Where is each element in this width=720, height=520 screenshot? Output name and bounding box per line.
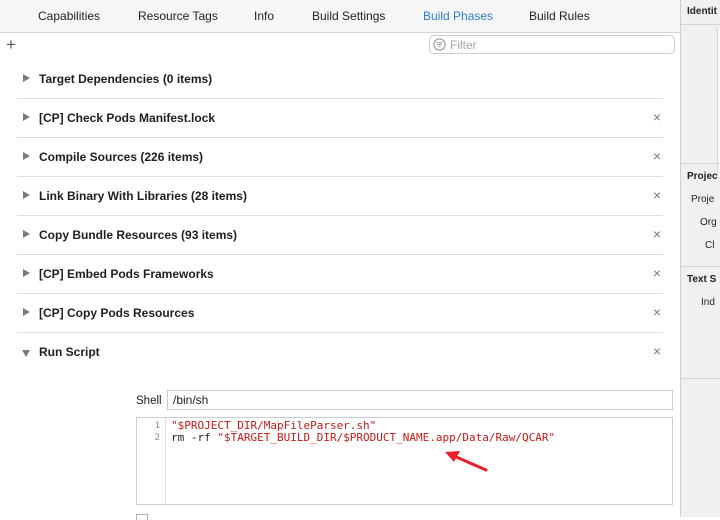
remove-phase-icon[interactable]: × xyxy=(653,227,661,241)
tab-build-phases[interactable]: Build Phases xyxy=(423,9,493,23)
phase-title: Run Script xyxy=(39,345,100,359)
disclosure-triangle-icon[interactable] xyxy=(23,113,30,121)
phase-target-dependencies[interactable]: Target Dependencies (0 items) xyxy=(17,60,663,99)
remove-phase-icon[interactable]: × xyxy=(653,266,661,280)
project-label: Proje xyxy=(691,194,715,205)
phase-title: Target Dependencies (0 items) xyxy=(39,72,213,86)
phase-title: [CP] Embed Pods Frameworks xyxy=(39,267,214,281)
tab-build-rules[interactable]: Build Rules xyxy=(529,9,590,23)
filter-row: + xyxy=(0,33,680,59)
inspector-panel: Identit Projec Proje Org Cl Text S Ind xyxy=(681,0,720,517)
project-section-header: Projec xyxy=(687,171,718,182)
phase-compile-sources[interactable]: Compile Sources (226 items) × xyxy=(17,138,663,177)
remove-phase-icon[interactable]: × xyxy=(653,305,661,319)
divider xyxy=(681,378,720,379)
line-number-gutter: 1 2 xyxy=(137,418,166,504)
disclosure-triangle-icon[interactable] xyxy=(23,152,30,160)
disclosure-triangle-icon[interactable] xyxy=(23,308,30,316)
tab-info[interactable]: Info xyxy=(254,9,274,23)
code-line[interactable]: rm -rf "$TARGET_BUILD_DIR/$PRODUCT_NAME.… xyxy=(171,431,555,444)
disclosure-triangle-open-icon[interactable] xyxy=(22,350,30,357)
line-number: 2 xyxy=(154,433,160,443)
tab-build-settings[interactable]: Build Settings xyxy=(312,9,385,23)
class-prefix-label: Cl xyxy=(705,240,715,251)
disclosure-triangle-icon[interactable] xyxy=(23,269,30,277)
code-plain: rm -rf xyxy=(171,431,218,444)
text-settings-header: Text S xyxy=(687,274,717,285)
add-phase-button[interactable]: + xyxy=(6,35,16,55)
script-editor[interactable]: 1 2 "$PROJECT_DIR/MapFileParser.sh" rm -… xyxy=(136,417,673,505)
phase-embed-pods-frameworks[interactable]: [CP] Embed Pods Frameworks × xyxy=(17,255,663,294)
remove-phase-icon[interactable]: × xyxy=(653,188,661,202)
phase-title: [CP] Copy Pods Resources xyxy=(39,306,195,320)
filter-field[interactable] xyxy=(429,35,675,54)
divider xyxy=(681,24,720,25)
divider xyxy=(681,266,720,267)
disclosure-triangle-icon[interactable] xyxy=(23,191,30,199)
phase-title: Compile Sources (226 items) xyxy=(39,150,204,164)
disclosure-triangle-icon[interactable] xyxy=(23,74,30,82)
identity-section-header: Identit xyxy=(687,6,717,17)
red-arrow-annotation-icon xyxy=(445,451,488,472)
phase-run-script[interactable]: Run Script × xyxy=(17,333,663,371)
code-string: "$TARGET_BUILD_DIR/$PRODUCT_NAME.app/Dat… xyxy=(217,431,556,444)
phase-copy-pods-resources[interactable]: [CP] Copy Pods Resources × xyxy=(17,294,663,333)
organization-label: Org xyxy=(700,217,717,228)
remove-phase-icon[interactable]: × xyxy=(653,110,661,124)
shell-input[interactable] xyxy=(167,390,673,410)
phase-title: Link Binary With Libraries (28 items) xyxy=(39,189,247,203)
phase-link-binary[interactable]: Link Binary With Libraries (28 items) × xyxy=(17,177,663,216)
tab-resource-tags[interactable]: Resource Tags xyxy=(138,9,218,23)
phase-check-pods-manifest[interactable]: [CP] Check Pods Manifest.lock × xyxy=(17,99,663,138)
shell-label: Shell xyxy=(136,395,162,407)
tab-capabilities[interactable]: Capabilities xyxy=(38,9,100,23)
phase-title: Copy Bundle Resources (93 items) xyxy=(39,228,238,242)
editor-tab-bar: Capabilities Resource Tags Info Build Se… xyxy=(0,0,680,33)
remove-phase-icon[interactable]: × xyxy=(653,149,661,163)
disclosure-triangle-icon[interactable] xyxy=(23,230,30,238)
filter-input[interactable] xyxy=(450,36,670,53)
line-number: 1 xyxy=(154,421,160,431)
phase-copy-bundle-resources[interactable]: Copy Bundle Resources (93 items) × xyxy=(17,216,663,255)
indent-label: Ind xyxy=(701,297,715,308)
checkbox[interactable] xyxy=(136,514,148,520)
divider xyxy=(681,163,720,164)
phase-title: [CP] Check Pods Manifest.lock xyxy=(39,111,216,125)
remove-phase-icon[interactable]: × xyxy=(653,344,661,358)
filter-icon xyxy=(433,38,446,51)
